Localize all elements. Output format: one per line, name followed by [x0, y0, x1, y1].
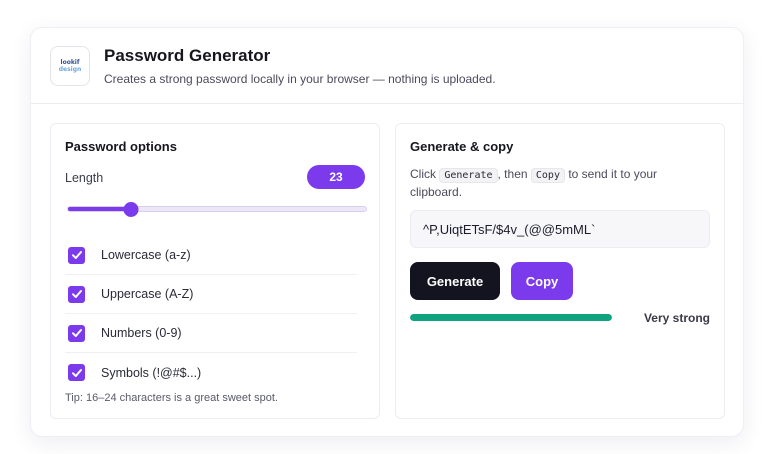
generate-title: Generate & copy: [410, 139, 514, 154]
length-tip: Tip: 16–24 characters is a great sweet s…: [65, 392, 278, 404]
generate-panel: Generate & copy Click Generate, then Cop…: [395, 123, 725, 419]
length-value-badge: 23: [307, 165, 365, 189]
desc-then: , then: [497, 167, 528, 181]
generate-description: Click Generate, then Copy to send it to …: [410, 166, 700, 200]
option-uppercase[interactable]: Uppercase (A-Z): [65, 275, 357, 314]
desc-click: Click: [410, 167, 436, 181]
strength-meter: [410, 314, 612, 321]
password-generator-card: lookif design Password Generator Creates…: [30, 27, 744, 437]
checkbox-numbers[interactable]: [68, 324, 85, 342]
option-label: Symbols (!@#$...): [101, 365, 202, 380]
password-options-panel: Password options Length 23 Lowercase (a-…: [50, 123, 380, 419]
app-header: lookif design Password Generator Creates…: [31, 28, 743, 104]
length-slider-thumb[interactable]: [123, 202, 139, 217]
app-logo: lookif design: [50, 46, 90, 86]
option-lowercase[interactable]: Lowercase (a-z): [65, 236, 357, 275]
length-slider[interactable]: [67, 202, 367, 217]
option-label: Uppercase (A-Z): [101, 287, 194, 301]
checkbox-lowercase[interactable]: [68, 246, 85, 264]
options-title: Password options: [65, 139, 177, 154]
desc-copy-code: Copy: [530, 168, 565, 183]
checkmark-icon: [71, 251, 82, 259]
logo-text-top: lookif: [60, 59, 80, 66]
option-label: Lowercase (a-z): [101, 248, 191, 262]
checkbox-uppercase[interactable]: [68, 285, 85, 303]
copy-button[interactable]: Copy: [511, 262, 573, 300]
option-numbers[interactable]: Numbers (0-9): [65, 314, 357, 353]
password-output[interactable]: ^P,UiqtETsF/$4v_(@@5mML`: [410, 210, 710, 248]
page-subtitle: Creates a strong password locally in you…: [104, 72, 496, 86]
page-title: Password Generator: [104, 46, 271, 65]
checkmark-icon: [71, 329, 82, 337]
strength-meter-fill: [410, 314, 612, 321]
checkmark-icon: [71, 368, 82, 377]
logo-text-bottom: design: [58, 66, 82, 73]
checkmark-icon: [71, 290, 82, 298]
length-label: Length: [65, 171, 104, 185]
length-slider-fill: [68, 207, 131, 211]
desc-generate-code: Generate: [439, 168, 498, 183]
strength-label: Very strong: [643, 311, 710, 325]
option-label: Numbers (0-9): [101, 326, 182, 340]
option-symbols[interactable]: Symbols (!@#$...): [65, 353, 357, 392]
generate-button[interactable]: Generate: [410, 262, 500, 300]
checkbox-symbols[interactable]: [68, 364, 85, 381]
